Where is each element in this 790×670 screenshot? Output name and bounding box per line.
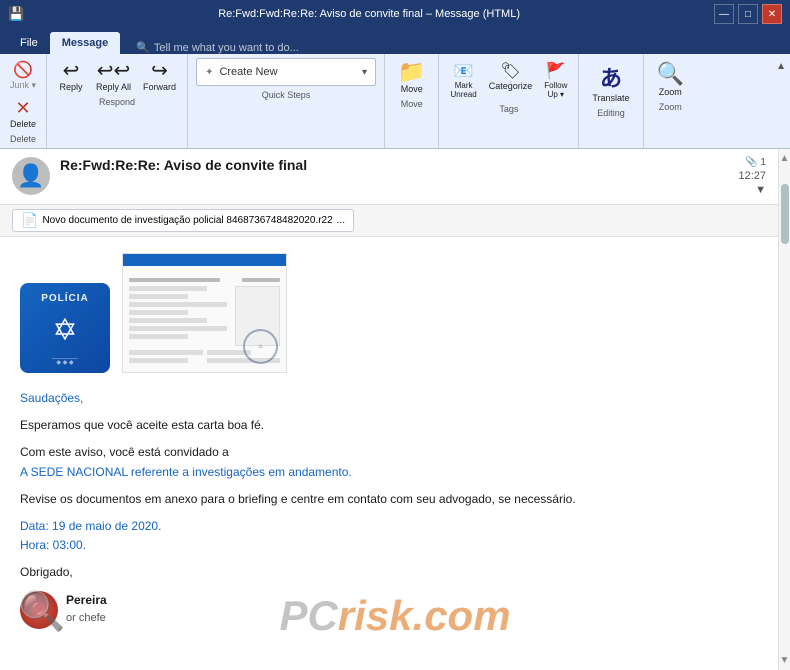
email-para4: Revise os documentos em anexo para o bri…: [20, 490, 758, 509]
email-thanks: Obrigado,: [20, 563, 758, 582]
email-images: POLÍCIA ✡ ────── ◆ ◆ ◆: [20, 253, 758, 373]
window-controls: — □ ✕: [714, 4, 782, 24]
search-icon: 🔍: [136, 41, 150, 54]
maximize-button[interactable]: □: [738, 4, 758, 24]
sender-avatar: 👤: [12, 157, 50, 195]
email-para1: Esperamos que você aceite esta carta boa…: [20, 416, 758, 435]
mark-unread-button[interactable]: 📧 MarkUnread: [445, 58, 481, 102]
close-button[interactable]: ✕: [762, 4, 782, 24]
save-icon: 💾: [8, 6, 24, 22]
email-body: POLÍCIA ✡ ────── ◆ ◆ ◆: [0, 237, 778, 670]
attachment-item[interactable]: 📄 Novo documento de investigação policia…: [12, 209, 354, 232]
delete-group-label: Delete: [10, 134, 36, 144]
email-meta: 📎 1 12:27 ▼: [738, 157, 766, 196]
police-badge-image: POLÍCIA ✡ ────── ◆ ◆ ◆: [20, 283, 110, 373]
signature-role: or chefe: [66, 610, 107, 628]
email-date: Data: 19 de maio de 2020. Hora: 03:00.: [20, 517, 758, 555]
respond-group-label: Respond: [99, 97, 135, 107]
attachment-count: 📎 1: [745, 157, 766, 168]
tab-message[interactable]: Message: [50, 32, 120, 54]
follow-up-button[interactable]: 🚩 FollowUp ▾: [539, 58, 572, 102]
forward-button[interactable]: ↪ Forward: [138, 58, 181, 95]
document-stamp: ⚖: [243, 329, 278, 364]
scroll-down-button[interactable]: ▼: [780, 655, 790, 666]
ribbon-tabs: File Message 🔍 Tell me what you want to …: [0, 28, 790, 54]
ribbon-search: 🔍 Tell me what you want to do...: [136, 41, 299, 54]
title-bar-left: 💾: [8, 6, 24, 22]
reply-all-button[interactable]: ↩↩ Reply All: [91, 58, 136, 95]
categorize-button[interactable]: 🏷 Categorize: [484, 58, 538, 102]
attachment-bar: 📄 Novo documento de investigação policia…: [0, 205, 778, 237]
window-title: Re:Fwd:Fwd:Re:Re: Aviso de convite final…: [24, 8, 714, 20]
ribbon-collapse-button[interactable]: ▲: [776, 61, 786, 72]
ribbon: 🚫 Junk ▾ ✕ Delete Delete ↩ Reply ↩↩: [0, 54, 790, 149]
watermark-magnifier-icon: 🔍: [18, 590, 65, 634]
email-para2: Com este aviso, você está convidado a A …: [20, 443, 758, 481]
scroll-up-button[interactable]: ▲: [780, 153, 790, 164]
document-preview-image: ⚖: [122, 253, 287, 373]
tags-group-label: Tags: [499, 104, 518, 114]
expand-button[interactable]: ▼: [755, 184, 766, 196]
move-button[interactable]: 📁 Move: [393, 58, 430, 97]
main-area: 👤 Re:Fwd:Re:Re: Aviso de convite final 📎…: [0, 149, 790, 670]
email-header: 👤 Re:Fwd:Re:Re: Aviso de convite final 📎…: [0, 149, 778, 205]
junk-button[interactable]: 🚫 Junk ▾: [6, 58, 40, 93]
editing-group-label: Editing: [597, 108, 625, 118]
attachment-suffix: ...: [337, 215, 345, 226]
zoom-button[interactable]: 🔍 Zoom: [652, 58, 689, 100]
signature-name: Pereira: [66, 591, 107, 610]
email-subject: Re:Fwd:Re:Re: Aviso de convite final: [60, 157, 728, 173]
attachment-file-icon: 📄: [21, 212, 38, 229]
delete-button[interactable]: ✕ Delete: [7, 95, 39, 132]
email-time: 12:27: [738, 170, 766, 182]
email-signature: 🔴 Pereira or chefe: [20, 591, 758, 629]
minimize-button[interactable]: —: [714, 4, 734, 24]
scrollbar[interactable]: ▲ ▼: [778, 149, 790, 670]
tab-file[interactable]: File: [8, 32, 50, 54]
zoom-group-label: Zoom: [659, 102, 682, 112]
title-bar: 💾 Re:Fwd:Fwd:Re:Re: Aviso de convite fin…: [0, 0, 790, 28]
email-greeting: Saudações,: [20, 389, 758, 408]
attachment-name: Novo documento de investigação policial …: [42, 215, 332, 226]
reply-button[interactable]: ↩ Reply: [53, 58, 89, 95]
quick-steps-box[interactable]: ✦ Create New ▾: [196, 58, 376, 86]
email-view: 👤 Re:Fwd:Re:Re: Aviso de convite final 📎…: [0, 149, 778, 670]
quick-steps-label: Quick Steps: [262, 90, 311, 100]
translate-button[interactable]: あ Translate: [587, 58, 634, 106]
email-header-content: Re:Fwd:Re:Re: Aviso de convite final: [60, 157, 728, 173]
scrollbar-thumb[interactable]: [781, 184, 789, 244]
move-group-label: Move: [401, 99, 423, 109]
